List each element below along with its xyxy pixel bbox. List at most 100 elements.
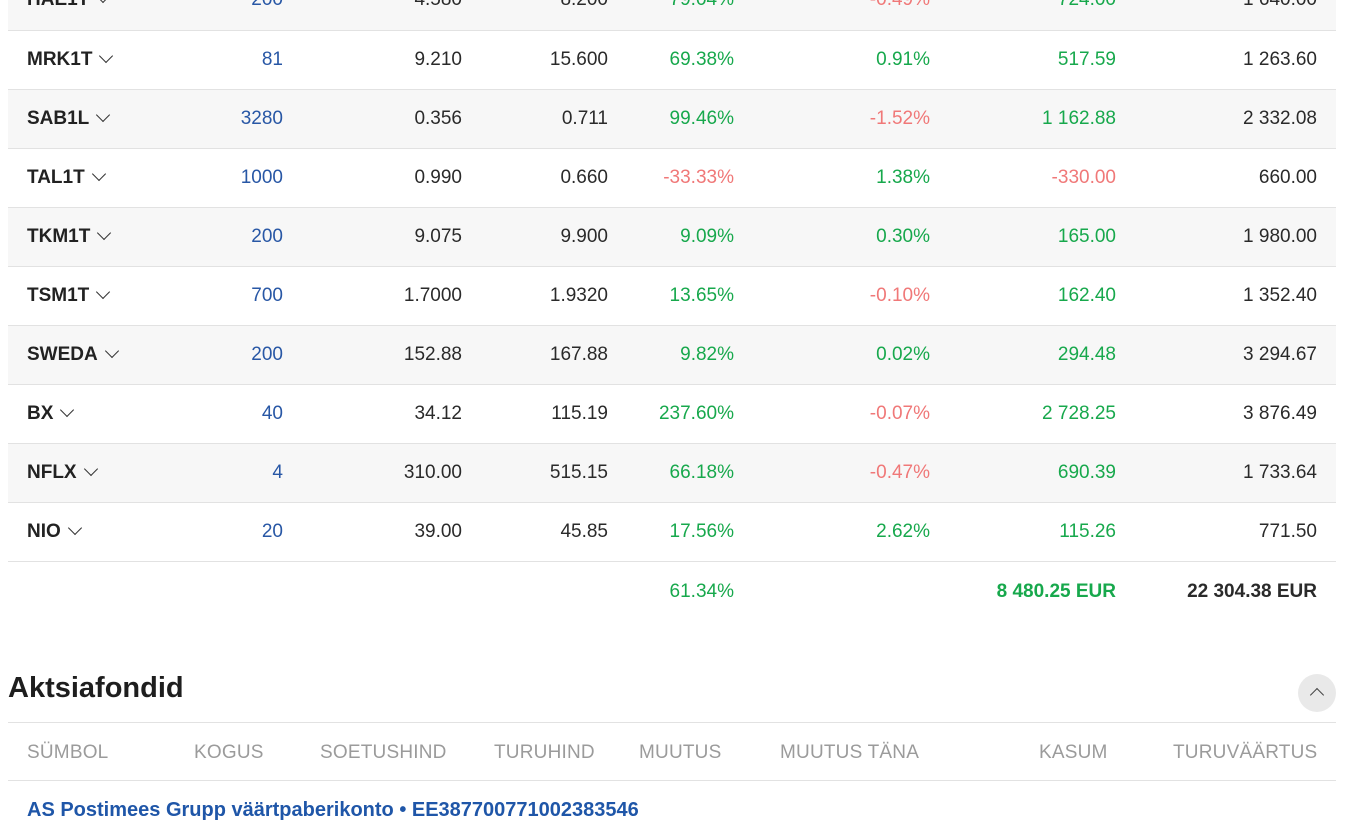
chevron-down-icon[interactable] <box>96 0 111 4</box>
chevron-down-icon[interactable] <box>104 343 119 358</box>
total-profit: 8 480.25 EUR <box>930 561 1116 622</box>
today-change-cell: 0.02% <box>734 325 930 385</box>
chevron-down-icon[interactable] <box>60 402 75 417</box>
cost-cell: 39.00 <box>283 502 462 562</box>
symbol-label[interactable]: NFLX <box>27 462 77 483</box>
qty-cell[interactable]: 40 <box>194 384 283 444</box>
value-cell: 1 263.60 <box>1116 30 1336 90</box>
chevron-up-icon <box>1309 687 1325 703</box>
profit-cell: 294.48 <box>930 325 1116 385</box>
symbol-label[interactable]: NIO <box>27 521 61 542</box>
market-cell: 9.900 <box>462 207 608 267</box>
stocks-table: HAE1T2004.5808.20079.04%-0.49%724.001 64… <box>8 0 1336 622</box>
profit-cell: 162.40 <box>930 266 1116 326</box>
header-qty[interactable]: KOGUS <box>194 742 264 764</box>
chevron-down-icon[interactable] <box>99 48 114 63</box>
change-cell: 237.60% <box>608 384 734 444</box>
cost-cell: 9.075 <box>283 207 462 267</box>
total-change: 61.34% <box>608 561 734 622</box>
qty-cell[interactable]: 3280 <box>194 89 283 149</box>
cost-cell: 1.7000 <box>283 266 462 326</box>
account-link[interactable]: AS Postimees Grupp väärtpaberikonto • EE… <box>27 799 639 820</box>
symbol-label[interactable]: MRK1T <box>27 49 92 70</box>
table-row: SWEDA 200 152.88 167.88 9.82% 0.02% 294.48 3 29… <box>8 325 1336 385</box>
value-cell: 771.50 <box>1116 502 1336 562</box>
profit-cell: 690.39 <box>930 443 1116 503</box>
header-market[interactable]: TURUHIND <box>494 742 595 764</box>
symbol-cell[interactable]: TAL1T <box>8 148 194 208</box>
qty-cell[interactable]: 1000 <box>194 148 283 208</box>
market-cell: 15.600 <box>462 30 608 90</box>
chevron-down-icon[interactable] <box>91 166 106 181</box>
change-cell: -33.33% <box>608 148 734 208</box>
qty-cell[interactable]: 81 <box>194 30 283 90</box>
symbol-cell[interactable]: NIO <box>8 502 194 562</box>
market-cell: 8.200 <box>462 0 608 31</box>
value-cell: 1 640.00 <box>1116 0 1336 31</box>
symbol-cell[interactable]: SAB1L <box>8 89 194 149</box>
chevron-down-icon[interactable] <box>67 520 82 535</box>
header-symbol[interactable]: SÜMBOL <box>27 742 108 764</box>
change-cell: 17.56% <box>608 502 734 562</box>
table-row: BX 40 34.12 115.19 237.60% -0.07% 2 728.25 3 87… <box>8 384 1336 444</box>
qty-cell[interactable]: 20 <box>194 502 283 562</box>
header-profit[interactable]: KASUM <box>1039 742 1108 764</box>
market-cell: 115.19 <box>462 384 608 444</box>
market-cell: 1.9320 <box>462 266 608 326</box>
market-cell: 0.711 <box>462 89 608 149</box>
qty-cell[interactable]: 200 <box>194 325 283 385</box>
cost-cell: 152.88 <box>283 325 462 385</box>
value-cell: 1 733.64 <box>1116 443 1336 503</box>
change-cell: 9.82% <box>608 325 734 385</box>
symbol-cell[interactable]: TKM1T <box>8 207 194 267</box>
chevron-down-icon[interactable] <box>83 461 98 476</box>
header-value[interactable]: TURUVÄÄRTUS <box>1173 742 1317 764</box>
holdings-table-wrap: HAE1T2004.5808.20079.04%-0.49%724.001 64… <box>8 0 1336 622</box>
table-row: NIO 20 39.00 45.85 17.56% 2.62% 115.26 771.50 <box>8 502 1336 562</box>
value-cell: 660.00 <box>1116 148 1336 208</box>
profit-cell: 2 728.25 <box>930 384 1116 444</box>
qty-cell[interactable]: 200 <box>194 0 283 31</box>
symbol-label[interactable]: SAB1L <box>27 108 89 129</box>
symbol-label[interactable]: TSM1T <box>27 285 89 306</box>
funds-table-header: SÜMBOL KOGUS SOETUSHIND TURUHIND MUUTUS … <box>8 722 1336 781</box>
header-today[interactable]: MUUTUS TÄNA <box>780 742 919 764</box>
symbol-label[interactable]: TAL1T <box>27 167 85 188</box>
today-change-cell: -0.49% <box>734 0 930 31</box>
header-cost[interactable]: SOETUSHIND <box>320 742 447 764</box>
symbol-cell[interactable]: MRK1T <box>8 30 194 90</box>
market-cell: 45.85 <box>462 502 608 562</box>
cost-cell: 310.00 <box>283 443 462 503</box>
profit-cell: -330.00 <box>930 148 1116 208</box>
cost-cell: 0.356 <box>283 89 462 149</box>
qty-cell[interactable]: 200 <box>194 207 283 267</box>
chevron-down-icon[interactable] <box>97 225 112 240</box>
cost-cell: 4.580 <box>283 0 462 31</box>
qty-cell[interactable]: 4 <box>194 443 283 503</box>
chevron-down-icon[interactable] <box>96 284 111 299</box>
value-cell: 1 352.40 <box>1116 266 1336 326</box>
symbol-label[interactable]: BX <box>27 403 53 424</box>
value-cell: 3 876.49 <box>1116 384 1336 444</box>
symbol-cell[interactable]: BX <box>8 384 194 444</box>
today-change-cell: 1.38% <box>734 148 930 208</box>
symbol-cell[interactable]: SWEDA <box>8 325 194 385</box>
header-change[interactable]: MUUTUS <box>639 742 721 764</box>
symbol-cell[interactable]: TSM1T <box>8 266 194 326</box>
symbol-cell[interactable]: HAE1T <box>8 0 194 31</box>
qty-cell[interactable]: 700 <box>194 266 283 326</box>
symbol-label[interactable]: SWEDA <box>27 344 98 365</box>
today-change-cell: 0.30% <box>734 207 930 267</box>
table-row: NFLX 4 310.00 515.15 66.18% -0.47% 690.39 1 733… <box>8 443 1336 503</box>
value-cell: 3 294.67 <box>1116 325 1336 385</box>
chevron-down-icon[interactable] <box>96 107 111 122</box>
symbol-label[interactable]: HAE1T <box>27 0 89 10</box>
symbol-cell[interactable]: NFLX <box>8 443 194 503</box>
collapse-button[interactable] <box>1298 674 1336 712</box>
symbol-label[interactable]: TKM1T <box>27 226 90 247</box>
profit-cell: 517.59 <box>930 30 1116 90</box>
change-cell: 79.04% <box>608 0 734 31</box>
table-row: MRK1T 81 9.210 15.600 69.38% 0.91% 517.59 1 263… <box>8 30 1336 90</box>
change-cell: 66.18% <box>608 443 734 503</box>
total-value: 22 304.38 EUR <box>1116 561 1336 622</box>
